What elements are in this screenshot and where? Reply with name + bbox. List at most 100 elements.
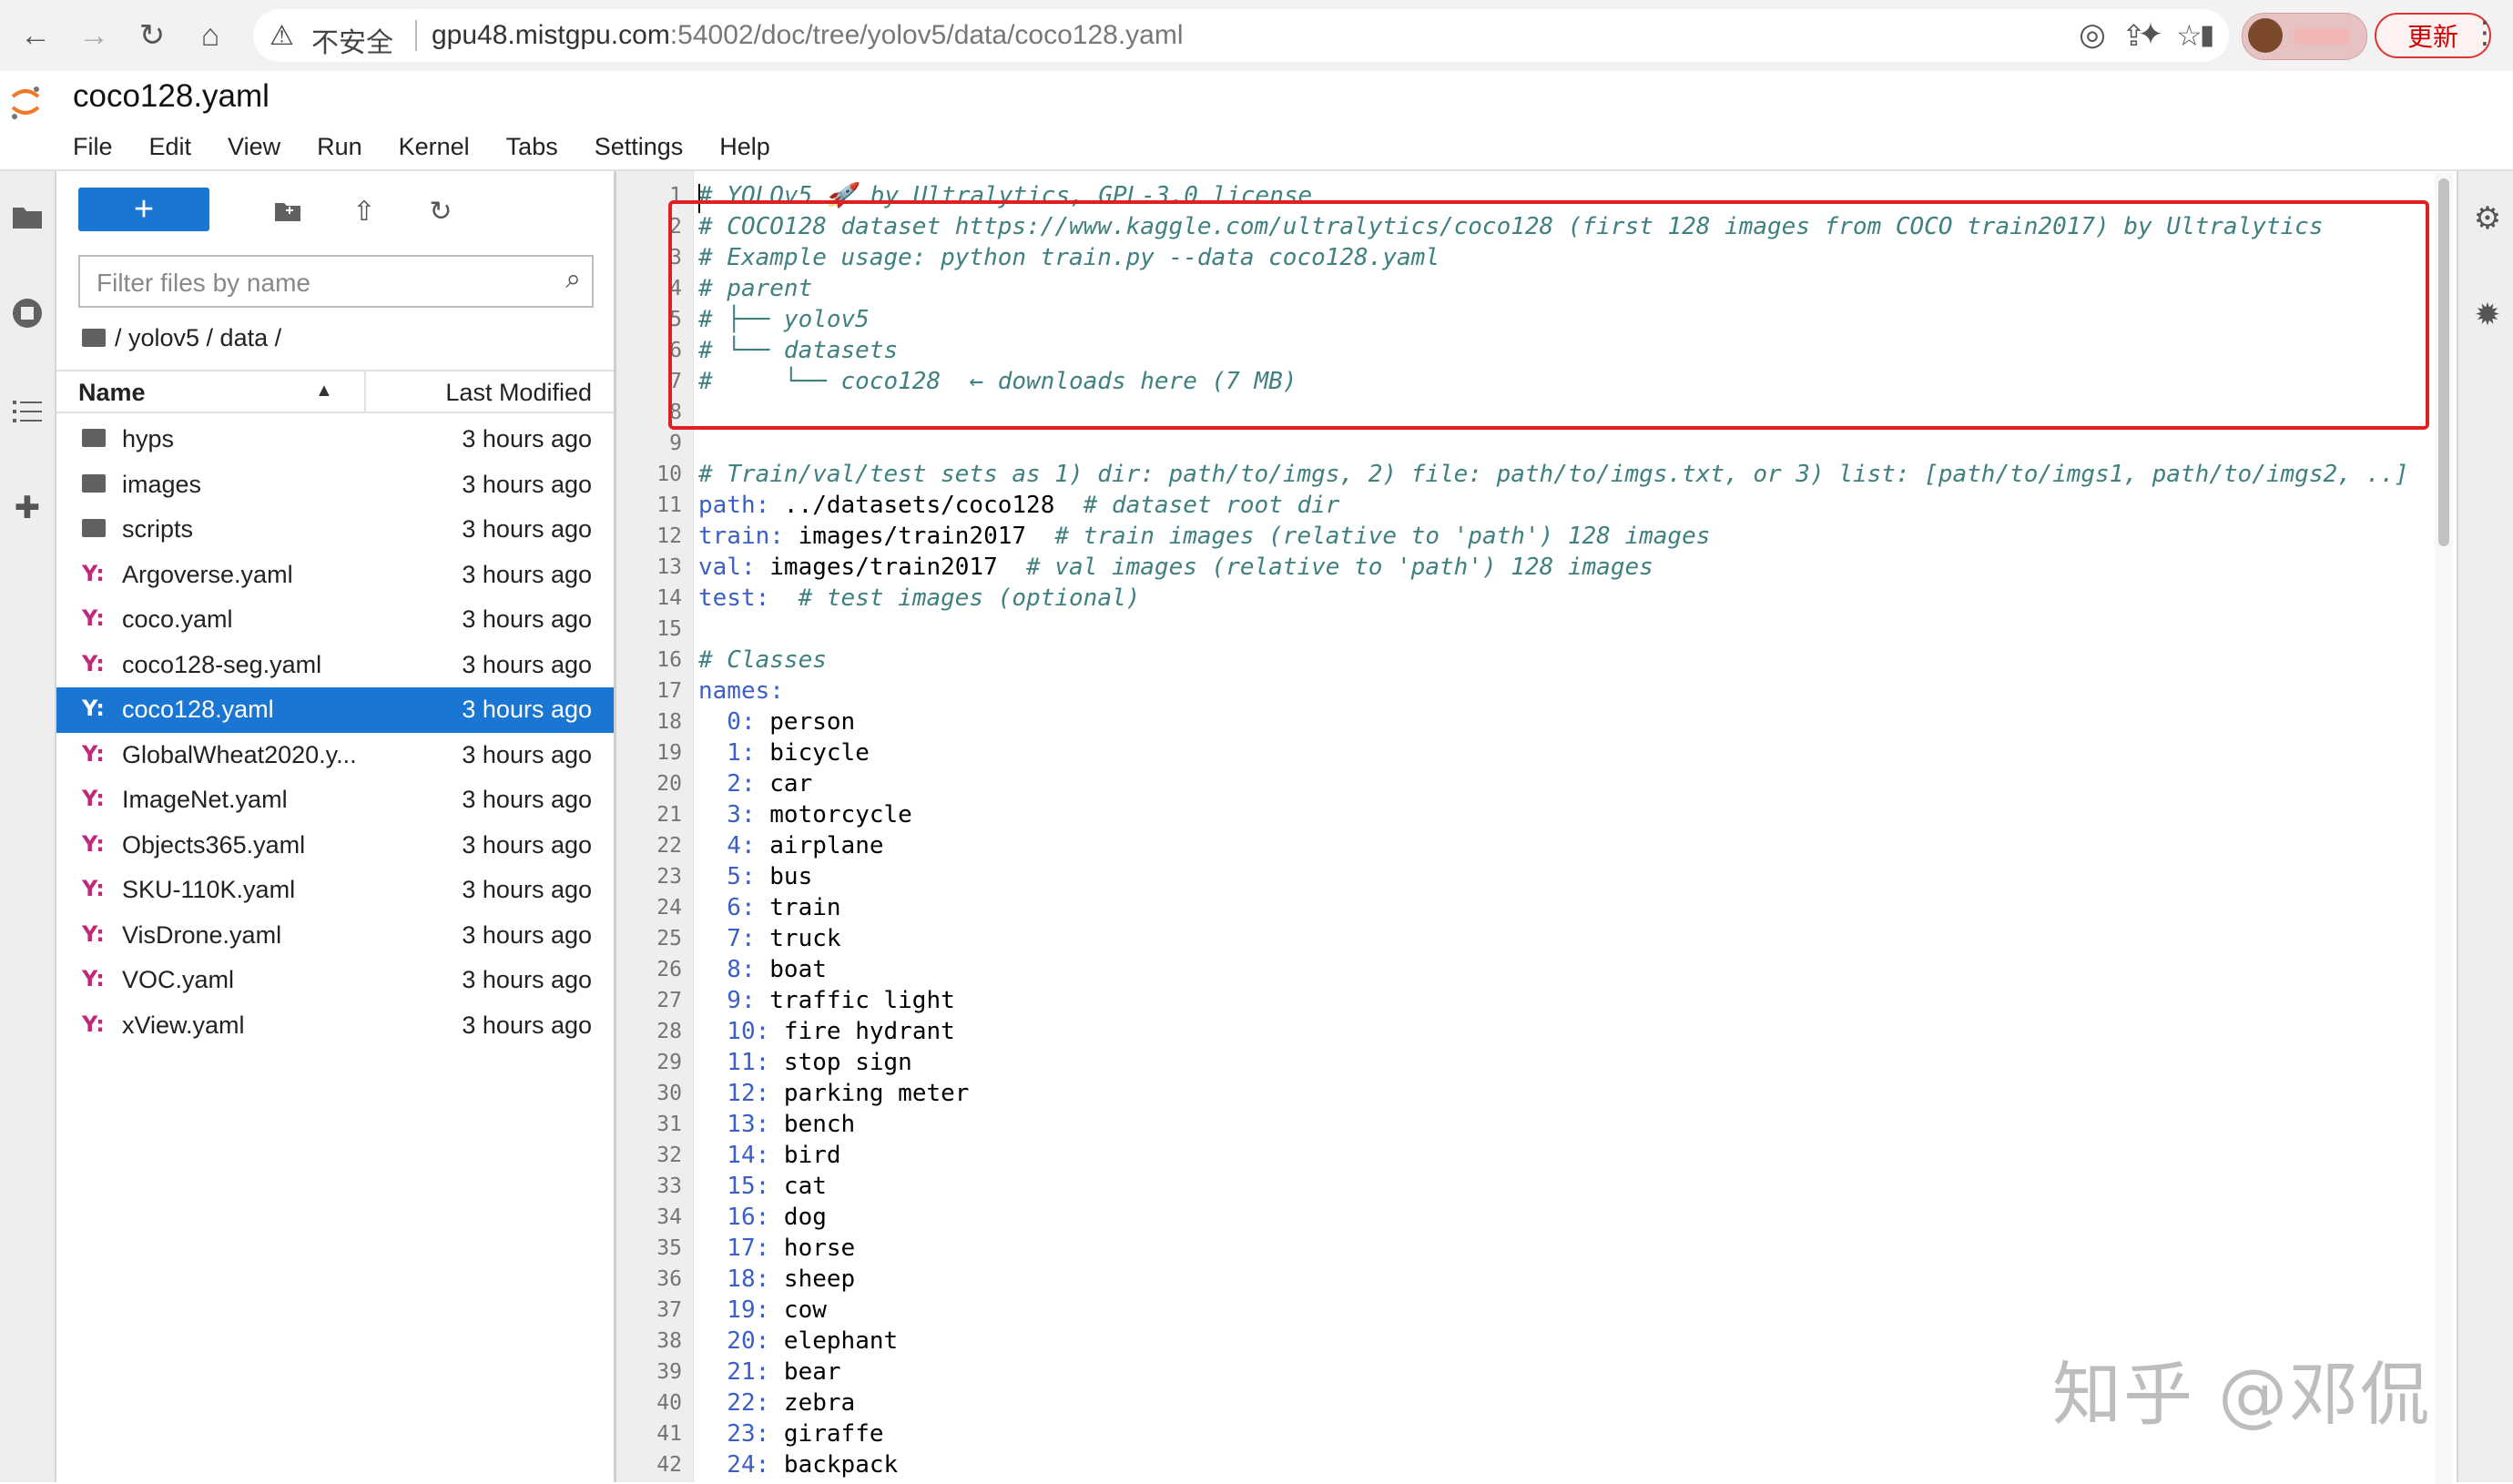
warning-icon[interactable]: ⚠ <box>270 20 294 52</box>
file-row[interactable]: Y: coco128-seg.yaml 3 hours ago <box>56 643 614 688</box>
code-line[interactable]: 8: boat <box>698 954 827 985</box>
menu-dots-icon[interactable]: ⋮ <box>2469 15 2500 51</box>
file-row[interactable]: Y: xView.yaml 3 hours ago <box>56 1003 614 1049</box>
running-kernels-icon[interactable] <box>7 293 47 333</box>
file-row[interactable]: Y: VOC.yaml 3 hours ago <box>56 958 614 1003</box>
menu-file[interactable]: File <box>73 133 113 161</box>
code-line[interactable]: 7: truck <box>698 923 840 954</box>
refresh-icon[interactable]: ↻ <box>421 191 461 231</box>
code-line[interactable]: 15: cat <box>698 1171 827 1202</box>
code-line[interactable]: val: images/train2017 # val images (rela… <box>698 552 1653 583</box>
code-line[interactable]: 11: stop sign <box>698 1047 912 1078</box>
menu-tabs[interactable]: Tabs <box>506 133 558 161</box>
file-row[interactable]: Y: VisDrone.yaml 3 hours ago <box>56 913 614 959</box>
code-line[interactable]: train: images/train2017 # train images (… <box>698 521 1710 552</box>
table-of-contents-icon[interactable] <box>7 391 47 432</box>
file-row[interactable]: Y: Objects365.yaml 3 hours ago <box>56 823 614 869</box>
file-row[interactable]: hyps 3 hours ago <box>56 417 614 462</box>
code-line[interactable]: 18: sheep <box>698 1264 855 1295</box>
menu-edit[interactable]: Edit <box>149 133 192 161</box>
code-line[interactable]: 12: parking meter <box>698 1078 969 1109</box>
code-token: zebra <box>769 1389 856 1417</box>
puzzle-icon[interactable]: ✦ <box>2129 13 2172 56</box>
line-number: 20 <box>656 772 682 796</box>
file-row[interactable]: images 3 hours ago <box>56 462 614 508</box>
code-token: giraffe <box>769 1420 884 1448</box>
debugger-icon[interactable]: ✹ <box>2467 295 2508 335</box>
file-row[interactable]: Y: coco128.yaml 3 hours ago <box>56 687 614 733</box>
code-line[interactable]: 9: traffic light <box>698 985 954 1016</box>
menu-help[interactable]: Help <box>719 133 770 161</box>
code-line[interactable]: 14: bird <box>698 1140 840 1171</box>
extension-manager-icon[interactable]: ✚ <box>7 488 47 528</box>
menu-run[interactable]: Run <box>317 133 362 161</box>
code-line[interactable]: 22: zebra <box>698 1387 855 1418</box>
new-launcher-button[interactable]: + <box>78 188 209 231</box>
menu-kernel[interactable]: Kernel <box>399 133 470 161</box>
file-row[interactable]: Y: SKU-110K.yaml 3 hours ago <box>56 868 614 913</box>
property-inspector-icon[interactable]: ⚙ <box>2467 198 2508 239</box>
home-icon[interactable]: ⌂ <box>188 13 233 58</box>
code-line[interactable]: 5: bus <box>698 861 812 892</box>
profile-chip[interactable] <box>2242 13 2367 60</box>
code-token: 19: <box>698 1296 770 1324</box>
code-token: # Classes <box>698 646 827 674</box>
jupyter-header: coco128.yaml File Edit View Run Kernel T… <box>0 71 2513 171</box>
forward-icon[interactable]: → <box>71 13 117 58</box>
editor-scrollbar-thumb[interactable] <box>2438 178 2449 546</box>
code-token: 16: <box>698 1204 770 1231</box>
code-line[interactable]: 23: giraffe <box>698 1418 884 1449</box>
column-header-name[interactable]: Name <box>78 379 146 407</box>
code-line[interactable]: 6: train <box>698 892 840 923</box>
breadcrumb-path[interactable]: / yolov5 / data / <box>115 324 281 351</box>
code-token: 6: <box>698 894 756 921</box>
column-divider[interactable] <box>364 371 366 412</box>
code-line[interactable]: 4: airplane <box>698 830 883 861</box>
menu-bar: File Edit View Run Kernel Tabs Settings … <box>73 133 807 161</box>
extension-ring-icon[interactable]: ◎ <box>2070 13 2114 56</box>
code-line[interactable]: path: ../datasets/coco128 # dataset root… <box>698 490 1339 521</box>
code-line[interactable]: 16: dog <box>698 1202 827 1233</box>
breadcrumb[interactable]: / yolov5 / data / <box>82 324 281 352</box>
code-line[interactable]: 17: horse <box>698 1233 855 1264</box>
back-icon[interactable]: ← <box>13 13 58 58</box>
menu-view[interactable]: View <box>228 133 280 161</box>
code-line[interactable]: test: # test images (optional) <box>698 583 1140 614</box>
address-bar[interactable]: ⚠ 不安全 gpu48.mistgpu.com:54002/doc/tree/y… <box>253 9 2229 62</box>
column-header-last-modified[interactable]: Last Modified <box>445 379 592 407</box>
code-token: 5: <box>698 863 756 890</box>
filter-files-input[interactable] <box>95 266 535 300</box>
code-line[interactable]: 0: person <box>698 706 855 737</box>
code-line[interactable]: 19: cow <box>698 1295 827 1326</box>
code-line[interactable]: 2: car <box>698 768 812 799</box>
code-line[interactable]: 13: bench <box>698 1109 855 1140</box>
code-line[interactable]: 10: fire hydrant <box>698 1016 954 1047</box>
new-folder-icon[interactable] <box>268 191 308 231</box>
code-token: names: <box>698 677 784 705</box>
url-text[interactable]: gpu48.mistgpu.com:54002/doc/tree/yolov5/… <box>432 20 1184 51</box>
folder-icon[interactable] <box>7 197 47 237</box>
file-modified: 3 hours ago <box>462 696 592 723</box>
menu-settings[interactable]: Settings <box>595 133 684 161</box>
code-line[interactable]: 3: motorcycle <box>698 799 912 830</box>
code-line[interactable]: 1: bicycle <box>698 737 870 768</box>
code-line[interactable]: names: <box>698 676 784 706</box>
file-row[interactable]: Y: ImageNet.yaml 3 hours ago <box>56 778 614 823</box>
code-line[interactable]: # Classes <box>698 645 827 676</box>
line-number: 34 <box>656 1205 682 1229</box>
file-row[interactable]: Y: GlobalWheat2020.y... 3 hours ago <box>56 733 614 778</box>
file-row[interactable]: scripts 3 hours ago <box>56 507 614 553</box>
code-line[interactable]: 21: bear <box>698 1357 840 1387</box>
code-token: boat <box>755 956 827 983</box>
file-name: Objects365.yaml <box>122 830 306 859</box>
code-line[interactable]: 24: backpack <box>698 1449 898 1480</box>
code-line[interactable]: 20: elephant <box>698 1326 898 1357</box>
file-row[interactable]: Y: Argoverse.yaml 3 hours ago <box>56 553 614 598</box>
sidepanel-icon[interactable]: ▮ <box>2185 13 2229 56</box>
reload-icon[interactable]: ↻ <box>129 13 175 58</box>
code-token: 13: <box>698 1111 770 1138</box>
security-label[interactable]: 不安全 <box>311 20 393 60</box>
upload-icon[interactable]: ⇧ <box>344 191 384 231</box>
file-row[interactable]: Y: coco.yaml 3 hours ago <box>56 597 614 643</box>
code-line[interactable]: # Train/val/test sets as 1) dir: path/to… <box>698 459 2408 490</box>
